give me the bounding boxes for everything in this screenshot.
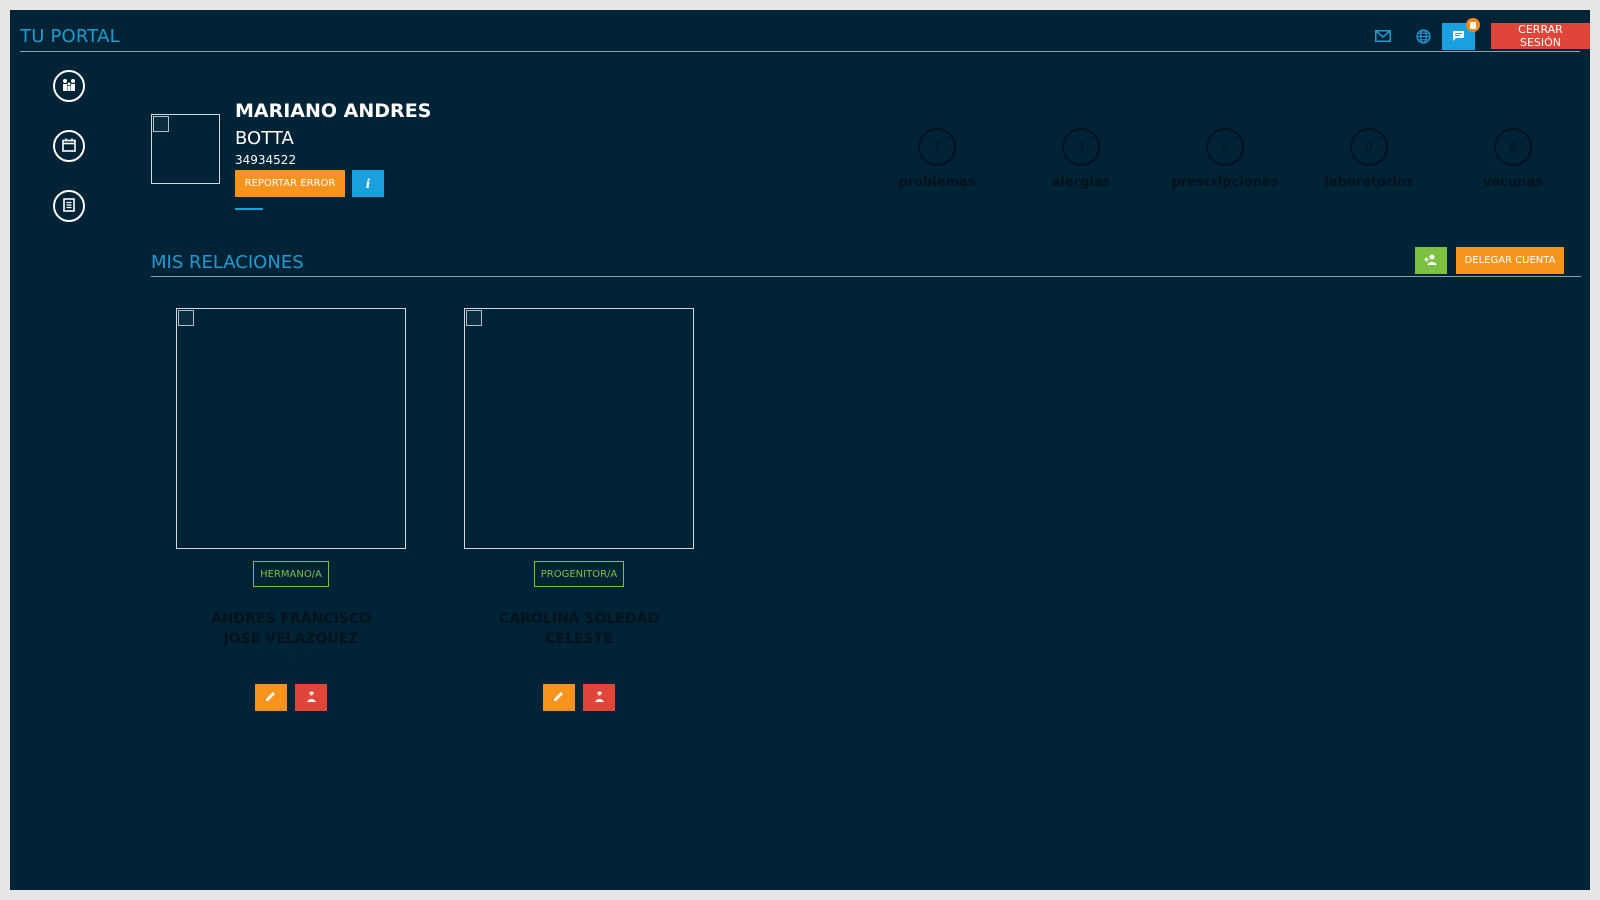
stat-label: prescripciones — [1171, 175, 1279, 190]
relation-photo — [464, 308, 694, 549]
section-divider — [151, 276, 1581, 277]
relation-card: PROGENITOR/A CAROLINA SOLEDAD CELESTE 29… — [464, 308, 694, 711]
top-bar: TU PORTAL CERRAR SESIÓN — [20, 10, 1590, 52]
report-error-button[interactable]: REPORTAR ERROR — [235, 170, 345, 197]
remove-user-icon — [593, 690, 606, 705]
add-user-icon — [1424, 253, 1438, 268]
relation-actions — [176, 684, 406, 711]
relation-name-line2: CELESTE — [545, 631, 613, 647]
stat-vacunas[interactable]: 6 vacunas — [1438, 128, 1588, 190]
remove-relation-button[interactable] — [295, 684, 327, 711]
stat-label: laboratorios — [1324, 175, 1414, 190]
profile-first-name: MARIANO ANDRES — [235, 100, 432, 122]
relation-document: 29410426 — [553, 651, 605, 662]
calendar-icon — [62, 137, 76, 156]
broken-image-icon — [153, 116, 169, 132]
sidebar-item-documents[interactable] — [53, 190, 85, 222]
portal-title[interactable]: TU PORTAL — [20, 26, 120, 47]
stat-count: 6 — [1494, 128, 1532, 166]
relation-document: 29148200 — [265, 651, 317, 662]
pencil-icon — [553, 690, 565, 705]
pencil-icon — [265, 690, 277, 705]
notification-badge-icon — [1466, 18, 1480, 32]
relation-name: ANDRES FRANCISCO JOSE VELAZQUEZ — [176, 609, 406, 649]
stat-count: 3 — [1062, 128, 1100, 166]
sidebar-item-family[interactable] — [53, 70, 85, 102]
stat-label: vacunas — [1483, 175, 1543, 190]
relation-card: HERMANO/A ANDRES FRANCISCO JOSE VELAZQUE… — [176, 308, 406, 711]
active-tab-indicator — [235, 208, 263, 210]
profile-avatar — [151, 114, 220, 184]
profile-last-name: BOTTA — [235, 128, 294, 149]
stat-label: problemas — [898, 175, 976, 190]
relations-title: MIS RELACIONES — [151, 252, 304, 273]
relation-name: CAROLINA SOLEDAD CELESTE — [464, 609, 694, 649]
add-relation-button[interactable] — [1415, 247, 1447, 274]
edit-relation-button[interactable] — [255, 684, 287, 711]
relation-actions — [464, 684, 694, 711]
family-icon — [61, 77, 77, 96]
relation-name-line1: ANDRES FRANCISCO — [210, 611, 372, 627]
stat-prescripciones[interactable]: 5 prescripciones — [1150, 128, 1300, 190]
broken-image-icon — [178, 310, 194, 326]
delegate-account-button[interactable]: DELEGAR CUENTA — [1456, 247, 1564, 274]
app-frame: TU PORTAL CERRAR SESIÓN MARIANO ANDRES B… — [10, 10, 1590, 890]
stat-problemas[interactable]: 7 problemas — [862, 128, 1012, 190]
profile-document: 34934522 — [235, 153, 297, 167]
relation-photo — [176, 308, 406, 549]
chat-icon — [1452, 27, 1465, 46]
remove-user-icon — [305, 690, 318, 705]
info-button[interactable]: i — [352, 170, 384, 197]
relation-name-line2: JOSE VELAZQUEZ — [223, 631, 359, 647]
logout-button[interactable]: CERRAR SESIÓN — [1491, 23, 1590, 49]
mail-icon[interactable] — [1373, 26, 1393, 46]
stat-alergias[interactable]: 3 alergias — [1006, 128, 1156, 190]
relation-badge: PROGENITOR/A — [533, 561, 625, 587]
sidebar-item-calendar[interactable] — [53, 130, 85, 162]
edit-relation-button[interactable] — [543, 684, 575, 711]
stat-laboratorios[interactable]: 0 laboratorios — [1294, 128, 1444, 190]
remove-relation-button[interactable] — [583, 684, 615, 711]
stat-count: 5 — [1206, 128, 1244, 166]
relation-badge: HERMANO/A — [253, 561, 329, 587]
globe-icon[interactable] — [1413, 26, 1433, 46]
stat-count: 7 — [918, 128, 956, 166]
relation-name-line1: CAROLINA SOLEDAD — [499, 611, 659, 627]
broken-image-icon — [466, 310, 482, 326]
document-icon — [63, 197, 75, 216]
stat-count: 0 — [1350, 128, 1388, 166]
stat-label: alergias — [1051, 175, 1111, 190]
